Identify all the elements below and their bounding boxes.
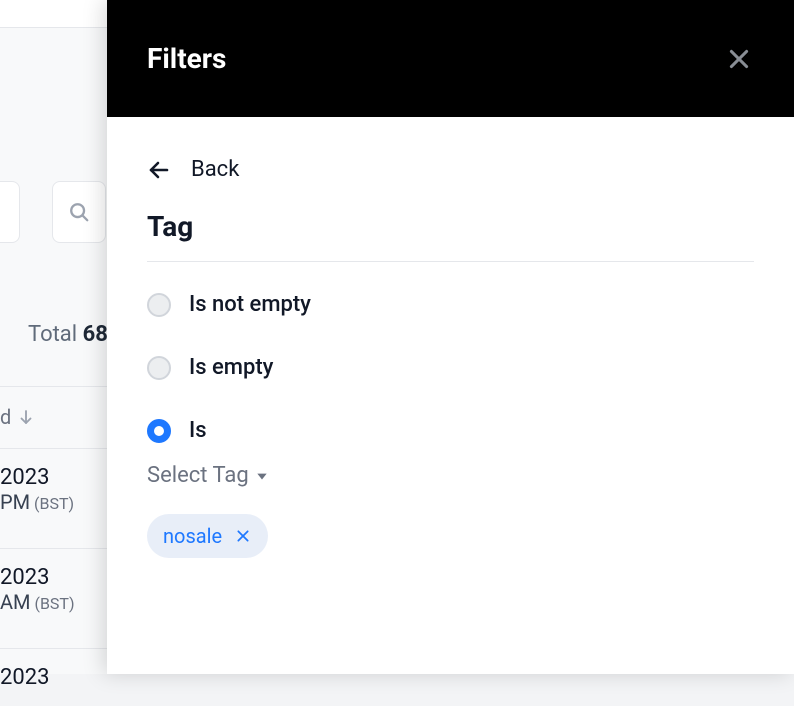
sort-down-icon — [17, 408, 35, 426]
option-is[interactable]: Is — [147, 418, 754, 443]
option-label: Is empty — [189, 355, 273, 380]
radio-selected-icon — [147, 419, 171, 443]
field-title: Tag — [147, 210, 754, 262]
option-label: Is not empty — [189, 292, 311, 317]
backdrop-search-button[interactable] — [52, 181, 106, 243]
filter-panel: Filters Back Tag Is not empty Is empty — [107, 0, 794, 674]
back-label: Back — [191, 157, 239, 182]
table-row[interactable]: 2023 PM (BST) — [0, 448, 110, 530]
back-button[interactable]: Back — [147, 157, 754, 182]
arrow-left-icon — [147, 157, 171, 183]
filter-options: Is not empty Is empty Is — [147, 292, 754, 443]
panel-header: Filters — [107, 0, 794, 117]
row-time: PM — [0, 490, 30, 514]
backdrop-search-fragment — [0, 181, 20, 243]
close-icon — [235, 528, 251, 544]
close-icon — [726, 46, 752, 72]
tag-remove-button[interactable] — [234, 527, 252, 545]
option-is-not-empty[interactable]: Is not empty — [147, 292, 754, 317]
table-row[interactable]: 2023 — [0, 648, 110, 706]
panel-body: Back Tag Is not empty Is empty Is Select… — [107, 117, 794, 558]
option-label: Is — [189, 418, 207, 443]
table-row[interactable]: 2023 AM (BST) — [0, 548, 110, 630]
search-icon — [68, 201, 90, 223]
row-tz: (BST) — [34, 594, 74, 613]
backdrop-total: Total 68 — [28, 322, 108, 347]
row-time: AM — [0, 590, 31, 614]
close-button[interactable] — [724, 44, 754, 74]
radio-icon — [147, 356, 171, 380]
select-tag-dropdown[interactable]: Select Tag — [147, 463, 754, 488]
row-tz: (BST) — [34, 494, 74, 513]
caret-down-icon — [255, 469, 269, 483]
tag-chip-label: nosale — [163, 524, 222, 548]
row-year: 2023 — [0, 665, 110, 690]
backdrop-column-header[interactable]: d — [0, 386, 110, 447]
panel-title: Filters — [147, 42, 226, 75]
option-is-empty[interactable]: Is empty — [147, 355, 754, 380]
select-tag-label: Select Tag — [147, 463, 249, 488]
row-year: 2023 — [0, 565, 110, 590]
row-year: 2023 — [0, 465, 110, 490]
tag-chip[interactable]: nosale — [147, 514, 268, 558]
radio-icon — [147, 293, 171, 317]
